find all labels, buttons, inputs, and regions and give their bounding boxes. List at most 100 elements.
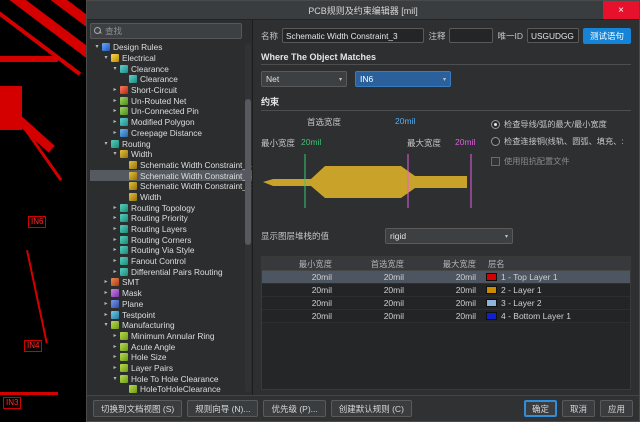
tree-item[interactable]: ▾Design Rules (90, 42, 252, 53)
tree-item[interactable]: ▸Fanout Control (90, 256, 252, 267)
expand-arrow[interactable]: ▸ (111, 226, 119, 232)
expand-arrow[interactable]: ▸ (111, 354, 119, 360)
expand-arrow[interactable]: ▾ (102, 55, 110, 61)
min-width-value[interactable]: 20mil (301, 137, 321, 147)
mfg-rule-icon (120, 375, 128, 383)
tree-item[interactable]: ▾Routing (90, 138, 252, 149)
tree-item[interactable]: ▸Routing Priority (90, 213, 252, 224)
close-button[interactable]: × (603, 1, 639, 19)
tree-item[interactable]: ▸Differential Pairs Routing (90, 266, 252, 277)
test-query-button[interactable]: 测试语句 (583, 28, 631, 44)
expand-arrow[interactable]: ▸ (111, 269, 119, 275)
tree-item[interactable]: ▸SMT (90, 277, 252, 288)
tree-item[interactable]: Schematic Width Constraint_3 (90, 170, 252, 181)
cancel-button[interactable]: 取消 (562, 400, 595, 417)
layer-stack-dropdown[interactable]: rigid ▾ (385, 228, 513, 244)
chevron-down-icon: ▾ (443, 76, 446, 83)
net-label-in4: IN4 (24, 340, 42, 352)
tree-item[interactable]: ▾Width (90, 149, 252, 160)
preferred-width-value[interactable]: 20mil (395, 116, 415, 126)
rule-name-input[interactable] (282, 28, 424, 43)
tree-item[interactable]: ▸Layer Pairs (90, 363, 252, 374)
tree-item[interactable]: ▾Electrical (90, 53, 252, 64)
priorities-button[interactable]: 优先级 (P)... (263, 400, 325, 417)
layer-row[interactable]: 20mil20mil20mil2 - Layer 1 (262, 284, 630, 297)
tree-item[interactable]: Schematic Width Constraint_4 (90, 160, 252, 171)
layer-row[interactable]: 20mil20mil20mil3 - Layer 2 (262, 297, 630, 310)
tree-item[interactable]: ▸Un-Routed Net (90, 95, 252, 106)
tree-item[interactable]: ▸Routing Via Style (90, 245, 252, 256)
match-controls: Net ▾ IN6 ▾ (261, 71, 631, 87)
expand-arrow[interactable]: ▸ (111, 205, 119, 211)
expand-arrow[interactable]: ▸ (111, 247, 119, 253)
apply-button[interactable]: 应用 (600, 400, 633, 417)
expand-arrow[interactable]: ▾ (102, 322, 110, 328)
expand-arrow[interactable]: ▾ (102, 141, 110, 147)
expand-arrow[interactable]: ▸ (111, 237, 119, 243)
tree-item[interactable]: Clearance (90, 74, 252, 85)
layer-row[interactable]: 20mil20mil20mil4 - Bottom Layer 1 (262, 310, 630, 323)
tree-item[interactable]: ▾Manufacturing (90, 320, 252, 331)
layer-row[interactable]: 20mil20mil20mil1 - Top Layer 1 (262, 271, 630, 284)
expand-arrow[interactable]: ▸ (111, 258, 119, 264)
expand-arrow[interactable]: ▸ (111, 119, 119, 125)
tree-item[interactable]: ▸Hole Size (90, 352, 252, 363)
tree-item[interactable]: ▾Hole To Hole Clearance (90, 373, 252, 384)
expand-arrow[interactable]: ▸ (102, 301, 110, 307)
tree-item-label: Schematic Width Constraint_2 (140, 181, 252, 191)
tree-item[interactable]: ▸Routing Topology (90, 202, 252, 213)
tree-item[interactable]: Schematic Width Constraint_2 (90, 181, 252, 192)
rule-wizard-button[interactable]: 规则向导 (N)... (187, 400, 258, 417)
tree-item[interactable]: ▸Un-Connected Pin (90, 106, 252, 117)
tree-item[interactable]: Width (90, 192, 252, 203)
expand-arrow[interactable]: ▸ (102, 290, 110, 296)
preferred-width-label: 首选宽度 (307, 116, 341, 128)
tree-item[interactable]: ▸Mask (90, 288, 252, 299)
tree-item[interactable]: ▸Testpoint (90, 309, 252, 320)
scope-value: Net (266, 74, 279, 84)
tree-search[interactable] (90, 23, 242, 39)
check-track-arc-radio[interactable]: 检查导线/弧的最大/最小宽度 (491, 118, 639, 130)
check-connected-copper-radio[interactable]: 检查连接铜(线轨、圆弧、填充、: (491, 135, 639, 147)
expand-arrow[interactable]: ▸ (111, 130, 119, 136)
unique-id-input[interactable] (527, 28, 579, 43)
expand-arrow[interactable]: ▸ (102, 312, 110, 318)
tree-item[interactable]: ▸Modified Polygon (90, 117, 252, 128)
comment-input[interactable] (449, 28, 493, 43)
scope-dropdown[interactable]: Net ▾ (261, 71, 347, 87)
tree-item[interactable]: ▸Routing Layers (90, 224, 252, 235)
expand-arrow[interactable]: ▾ (111, 376, 119, 382)
create-default-rules-button[interactable]: 创建默认规则 (C) (331, 400, 412, 417)
expand-arrow[interactable]: ▸ (111, 108, 119, 114)
rule-identity-row: 名称 注释 唯一ID 测试语句 (261, 27, 631, 44)
dialog-titlebar[interactable]: PCB规则及约束编辑器 [mil] × (87, 1, 639, 20)
tree-item[interactable]: ▾Clearance (90, 63, 252, 74)
scrollbar-thumb[interactable] (245, 99, 251, 246)
expand-arrow[interactable]: ▸ (111, 87, 119, 93)
impedance-profile-checkbox[interactable]: 使用阻抗配置文件 (491, 155, 639, 167)
tree-item[interactable]: ▸Plane (90, 299, 252, 310)
net-dropdown[interactable]: IN6 ▾ (355, 71, 451, 87)
expand-arrow[interactable]: ▾ (111, 151, 119, 157)
switch-to-document-view-button[interactable]: 切换到文档视图 (S) (93, 400, 182, 417)
expand-arrow[interactable]: ▸ (111, 98, 119, 104)
tree-item[interactable]: ▸Routing Corners (90, 234, 252, 245)
expand-arrow[interactable]: ▸ (111, 333, 119, 339)
expand-arrow[interactable]: ▸ (102, 279, 110, 285)
ok-button[interactable]: 确定 (524, 400, 557, 417)
expand-arrow[interactable]: ▾ (93, 44, 101, 50)
max-width-value[interactable]: 20mil (455, 137, 475, 147)
width-value: 20mil (338, 311, 410, 321)
tree-item[interactable]: ▸Creepage Distance (90, 128, 252, 139)
expand-arrow[interactable]: ▾ (111, 66, 119, 72)
tree-scrollbar[interactable] (245, 43, 251, 392)
mask-icon (111, 289, 119, 297)
search-input[interactable] (105, 26, 238, 36)
expand-arrow[interactable]: ▸ (111, 365, 119, 371)
tree-item[interactable]: ▸Acute Angle (90, 341, 252, 352)
tree-item[interactable]: ▸Short-Circuit (90, 85, 252, 96)
tree-item[interactable]: HoleToHoleClearance (90, 384, 252, 395)
expand-arrow[interactable]: ▸ (111, 344, 119, 350)
tree-item[interactable]: ▸Minimum Annular Ring (90, 331, 252, 342)
expand-arrow[interactable]: ▸ (111, 215, 119, 221)
